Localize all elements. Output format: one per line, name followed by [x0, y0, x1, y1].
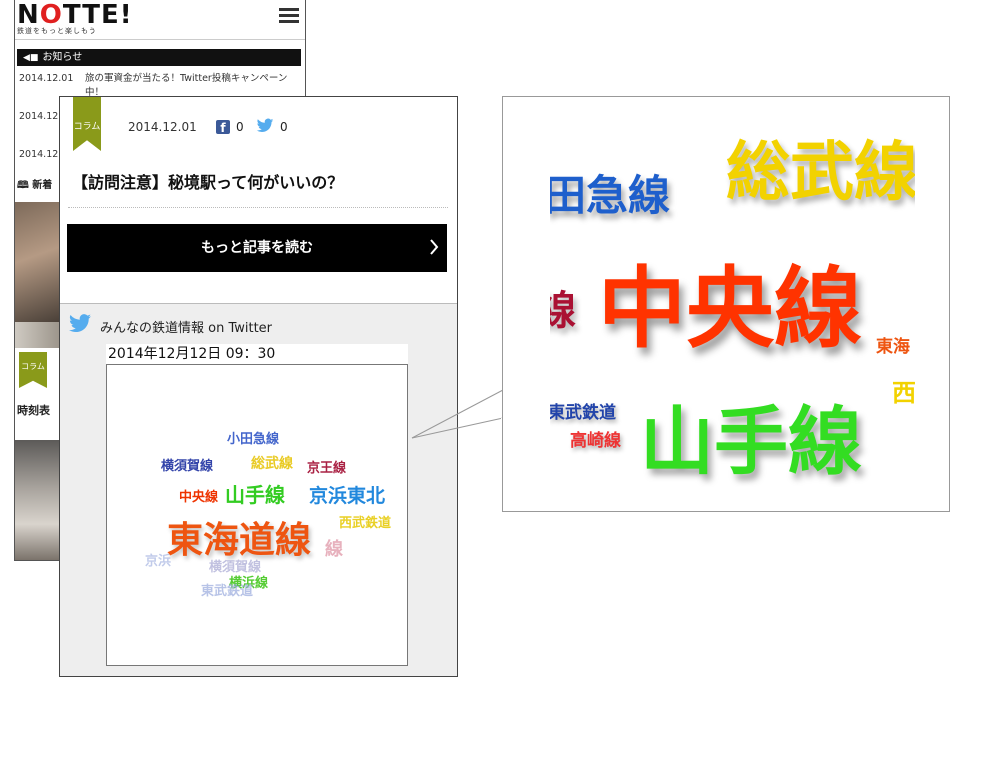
category-ribbon: コラム	[19, 352, 47, 388]
cloud-word[interactable]: 山手線	[225, 485, 285, 505]
article-title[interactable]: 時刻表	[17, 402, 50, 418]
cloud-word[interactable]: 京王線	[307, 462, 346, 475]
cloud-word[interactable]: 小田急線	[227, 433, 279, 446]
twitter-count: 0	[280, 120, 288, 134]
article-photo[interactable]	[15, 202, 59, 322]
cloud-word[interactable]: 総武線	[251, 457, 293, 471]
twitter-section: みんなの鉄道情報 on Twitter 2014年12月12日 09：30 小田…	[60, 303, 457, 676]
cloud-word[interactable]: 京浜東北	[309, 487, 385, 506]
cloud-word[interactable]: 東海道線	[167, 523, 311, 559]
new-articles-heading: 🕮 新着	[17, 176, 52, 195]
article-photo[interactable]	[15, 440, 59, 560]
zoom-word: 田急線	[550, 171, 671, 220]
zoom-word: 東海	[876, 337, 910, 357]
read-more-button[interactable]: もっと記事を読む	[67, 224, 447, 272]
zoom-word: 高崎線	[570, 431, 621, 451]
zoomed-word-cloud: 田急線 総武線 線 中央線 東海 西 東武鉄道 高崎線 山手線	[550, 137, 915, 487]
cloud-word[interactable]: 東武鉄道	[201, 585, 253, 598]
twitter-section-title: みんなの鉄道情報 on Twitter	[100, 321, 273, 336]
zoom-word: 総武線	[726, 137, 915, 210]
cloud-word[interactable]: 西武鉄道	[339, 517, 391, 530]
menu-icon[interactable]	[279, 8, 299, 24]
article-photo	[15, 322, 59, 348]
site-tagline: 鉄道をもっと楽しもう	[17, 27, 97, 35]
cloud-timestamp: 2014年12月12日 09：30	[106, 344, 408, 364]
zoom-callout: 田急線 総武線 線 中央線 東海 西 東武鉄道 高崎線 山手線	[502, 96, 950, 512]
zoom-word: 線	[550, 291, 576, 331]
new-articles-label: 新着	[32, 180, 53, 191]
cloud-word[interactable]: 横須賀線	[209, 561, 261, 574]
cloud-word[interactable]: 中央線	[179, 491, 218, 504]
notice-bar: ◀■ お知らせ	[17, 49, 301, 66]
facebook-count: 0	[236, 120, 244, 134]
callout-pointer	[411, 389, 504, 439]
megaphone-icon: ◀■	[23, 53, 39, 63]
zoom-word: 東武鉄道	[550, 403, 616, 423]
facebook-icon[interactable]: f	[216, 120, 230, 135]
cloud-word[interactable]: 線	[325, 541, 343, 559]
zoom-word: 山手線	[640, 399, 862, 485]
article-date: 2014.12.01	[128, 120, 197, 134]
site-logo[interactable]: NOTTE!	[17, 2, 133, 28]
header-divider	[15, 39, 305, 40]
read-more-label: もっと記事を読む	[201, 240, 313, 256]
chevron-right-icon	[430, 239, 439, 255]
twitter-bird-icon[interactable]	[256, 118, 274, 134]
cloud-word[interactable]: 横須賀線	[161, 460, 213, 473]
book-icon: 🕮	[17, 180, 33, 191]
dotted-divider	[68, 207, 448, 208]
foreground-phone-screen: コラム 2014.12.01 f 0 0 【訪問注意】秘境駅って何がいいの？ も…	[59, 96, 458, 677]
word-cloud[interactable]: 小田急線 横須賀線 総武線 京王線 中央線 山手線 京浜東北 西武鉄道 東海道線…	[106, 364, 408, 666]
zoom-word: 中央線	[598, 257, 863, 360]
notice-label: お知らせ	[42, 52, 83, 63]
cloud-word[interactable]: 京浜	[145, 555, 171, 568]
article-title[interactable]: 【訪問注意】秘境駅って何がいいの？	[72, 169, 343, 193]
twitter-bird-icon	[69, 314, 91, 333]
news-date: 2014.12.01	[19, 73, 74, 84]
zoom-word: 西	[892, 379, 915, 407]
category-ribbon[interactable]: コラム	[73, 97, 101, 151]
